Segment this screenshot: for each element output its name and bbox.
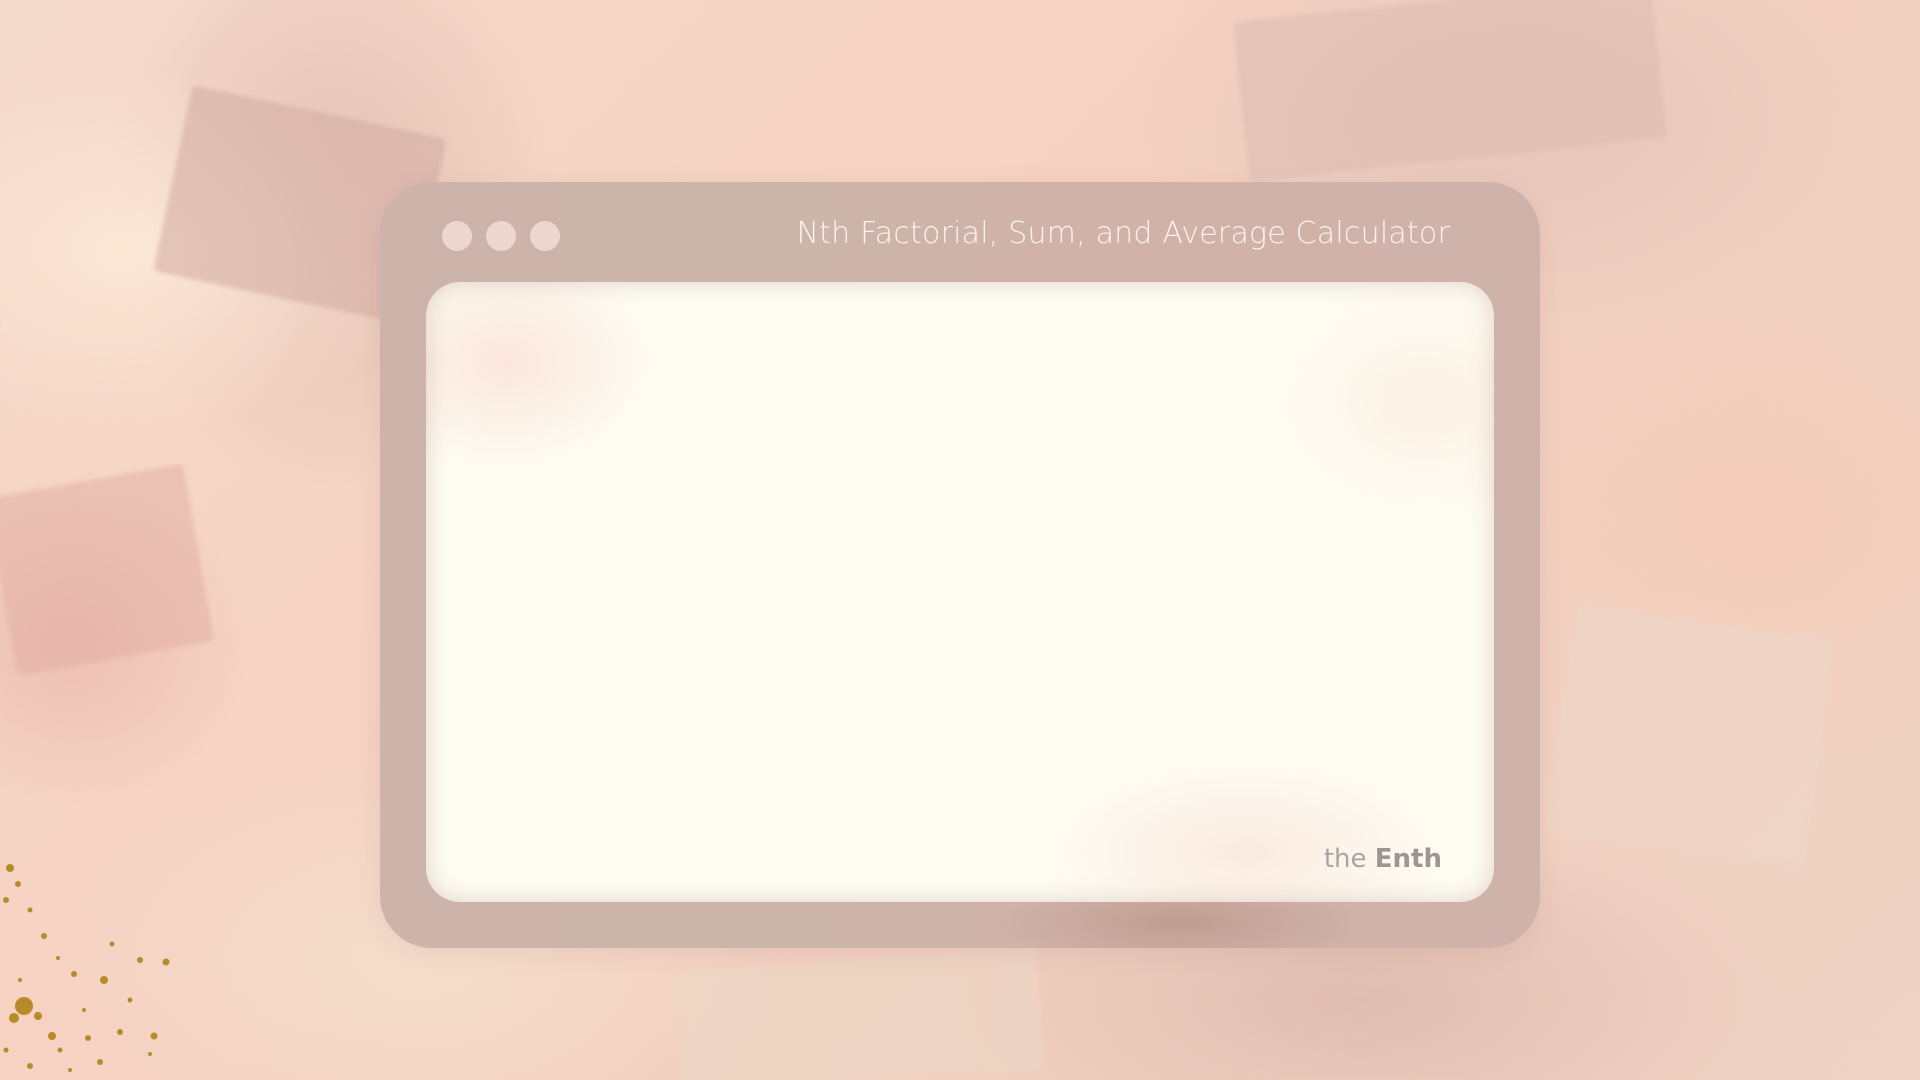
maximize-window-button[interactable] <box>530 221 560 251</box>
close-window-button[interactable] <box>442 221 472 251</box>
background-brush-stroke <box>0 464 215 676</box>
minimize-window-button[interactable] <box>486 221 516 251</box>
background-brush-stroke <box>676 947 1044 1080</box>
brand-watermark: the Enth <box>1324 844 1442 874</box>
background-brush-stroke <box>1232 0 1668 182</box>
gold-splatter-decoration <box>3 864 170 1072</box>
window-title: Nth Factorial, Sum, and Average Calculat… <box>796 216 1450 251</box>
brand-prefix: the <box>1323 844 1367 874</box>
background-brush-stroke <box>1545 603 1835 867</box>
window-controls <box>442 221 560 251</box>
app-window: Nth Factorial, Sum, and Average Calculat… <box>380 182 1540 948</box>
brand-name: Enth <box>1374 844 1442 874</box>
title-bar[interactable]: Nth Factorial, Sum, and Average Calculat… <box>380 182 1540 282</box>
content-panel: the Enth <box>426 282 1494 902</box>
